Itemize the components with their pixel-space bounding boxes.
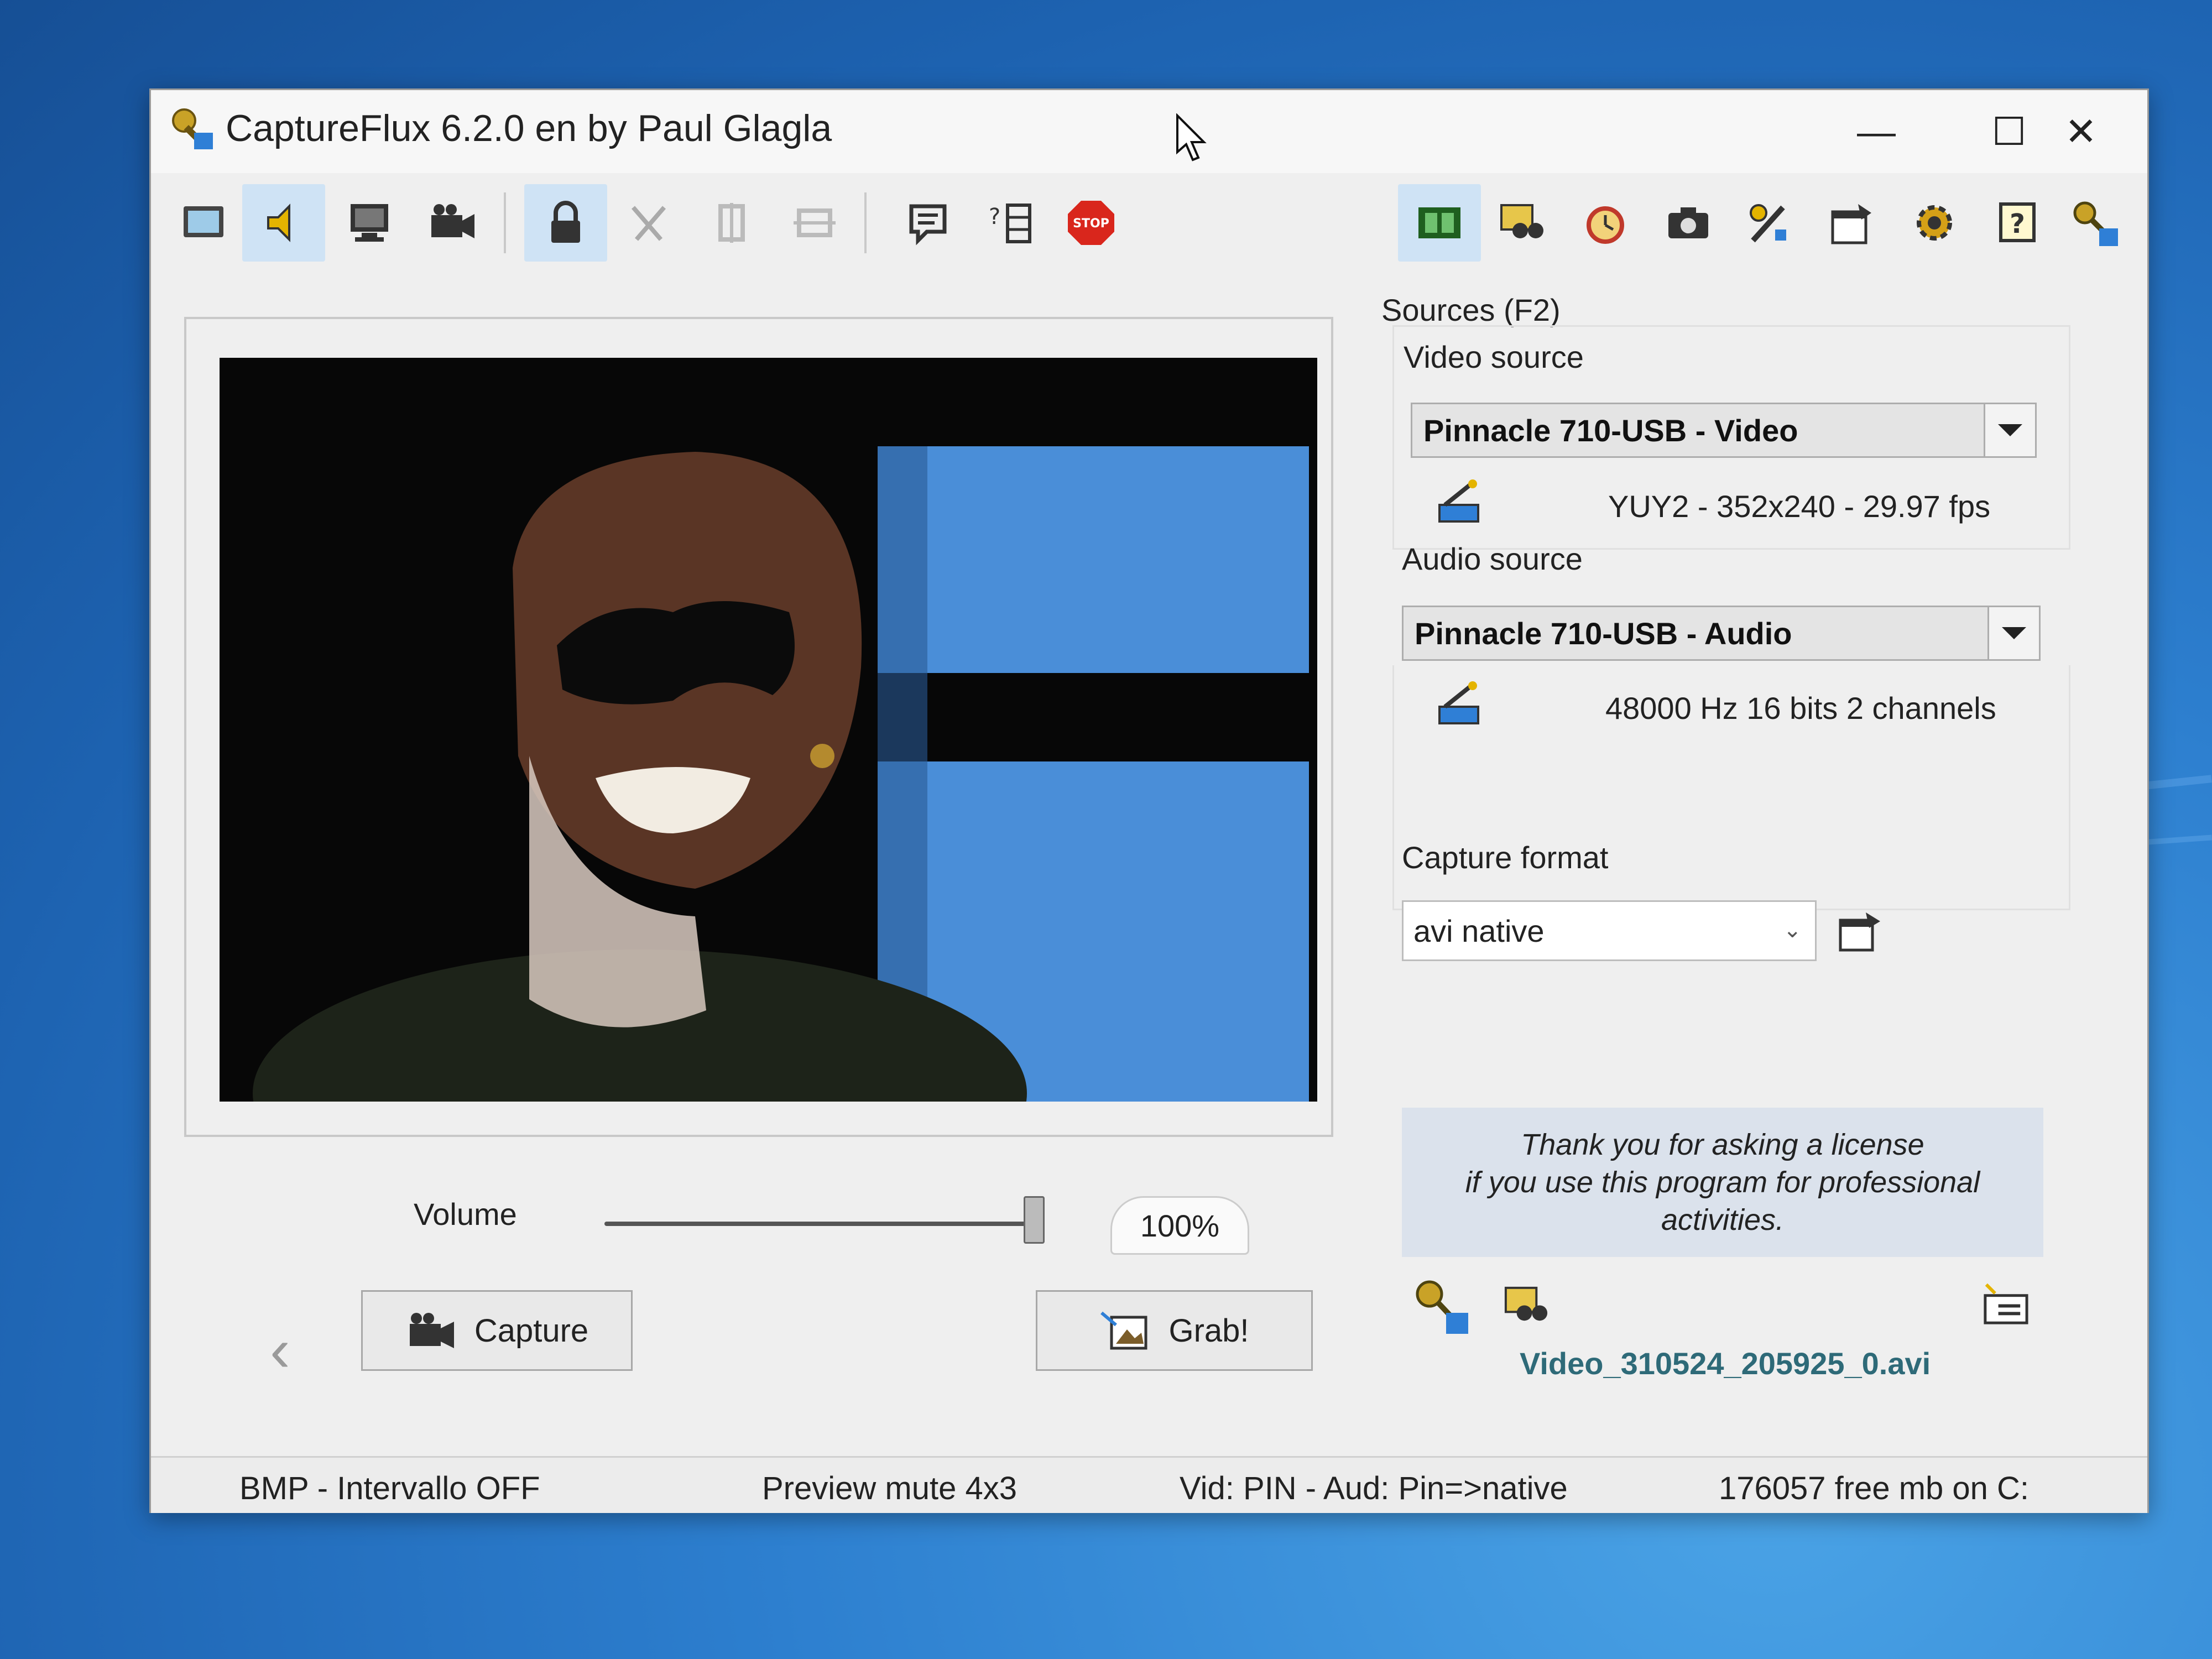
- stop-icon[interactable]: STOP: [1050, 184, 1133, 262]
- minimize-button[interactable]: —: [1810, 90, 1943, 173]
- close-button[interactable]: ✕: [2015, 90, 2147, 173]
- volume-label: Volume: [414, 1197, 517, 1232]
- capture-format-select[interactable]: avi native ⌄: [1402, 900, 1817, 961]
- audio-source-label: Audio source: [1402, 541, 1583, 576]
- key-icon[interactable]: [1411, 1276, 1472, 1337]
- svg-text:?: ?: [2010, 208, 2025, 239]
- key-icon[interactable]: [2053, 184, 2136, 262]
- audio-source-select[interactable]: Pinnacle 710-USB - Audio: [1402, 606, 2041, 661]
- stop-label: STOP: [1073, 217, 1109, 231]
- grab-button[interactable]: Grab!: [1036, 1290, 1313, 1371]
- grab-button-label: Grab!: [1168, 1312, 1249, 1349]
- lock-icon[interactable]: [524, 184, 607, 262]
- video-settings-icon[interactable]: [1434, 477, 1484, 527]
- mouse-cursor-icon: [1176, 113, 1207, 161]
- binoculars-icon[interactable]: [1500, 1279, 1553, 1332]
- toolbar-separator: [864, 192, 867, 253]
- video-source-value: Pinnacle 710-USB - Video: [1423, 413, 1798, 448]
- app-window: CaptureFlux 6.2.0 en by Paul Glagla — ☐ …: [149, 88, 2149, 1513]
- binoculars-icon[interactable]: [1481, 184, 1564, 262]
- license-line-3: activities.: [1661, 1203, 1785, 1237]
- sources-title: Sources (F2): [1381, 293, 1561, 327]
- list-icon[interactable]: ?: [969, 184, 1052, 262]
- license-line-2: if you use this program for professional: [1465, 1166, 1980, 1199]
- audio-source-value: Pinnacle 710-USB - Audio: [1415, 615, 1792, 651]
- screen-icon[interactable]: [162, 184, 245, 262]
- toolbar-separator: [504, 192, 506, 253]
- camcorder-icon[interactable]: [411, 184, 494, 262]
- join-icon[interactable]: [773, 184, 856, 262]
- video-preview: [220, 358, 1317, 1102]
- tools-icon[interactable]: [1727, 184, 1810, 262]
- title-bar: CaptureFlux 6.2.0 en by Paul Glagla — ☐ …: [151, 90, 2147, 173]
- license-notice: Thank you for asking a license if you us…: [1402, 1108, 2043, 1257]
- capture-button-label: Capture: [474, 1312, 589, 1349]
- preview-frame: [184, 317, 1333, 1137]
- monitor-icon[interactable]: [328, 184, 411, 262]
- video-source-select[interactable]: Pinnacle 710-USB - Video: [1411, 403, 2037, 458]
- properties-icon[interactable]: [1810, 184, 1893, 262]
- status-bar: BMP - Intervallo OFF Preview mute 4x3 Vi…: [151, 1456, 2147, 1513]
- speaker-icon[interactable]: [242, 184, 325, 262]
- app-key-icon: [172, 108, 213, 149]
- settings-gear-icon[interactable]: [1893, 184, 1976, 262]
- status-sources: Vid: PIN - Aud: Pin=>native: [1180, 1470, 1568, 1506]
- video-format-info: YUY2 - 352x240 - 29.97 fps: [1608, 489, 1991, 524]
- split-icon[interactable]: [690, 184, 773, 262]
- status-preview-mode: Preview mute 4x3: [762, 1470, 1017, 1506]
- capture-button[interactable]: Capture: [361, 1290, 633, 1371]
- toolbar: ? STOP ?: [151, 179, 2147, 267]
- alarm-clock-icon[interactable]: [1564, 184, 1647, 262]
- status-image-mode: BMP - Intervallo OFF: [239, 1470, 540, 1506]
- camera-icon[interactable]: [1647, 184, 1730, 262]
- open-folder-icon[interactable]: [1979, 1279, 2031, 1332]
- window-title: CaptureFlux 6.2.0 en by Paul Glagla: [226, 107, 832, 149]
- output-filename[interactable]: Video_310524_205925_0.avi: [1520, 1345, 1931, 1381]
- status-free-space: 176057 free mb on C:: [1719, 1470, 2030, 1506]
- volume-percent: 100%: [1110, 1196, 1249, 1255]
- audio-source-dropdown-arrow[interactable]: [1987, 607, 2039, 659]
- capture-format-value: avi native: [1413, 913, 1545, 948]
- video-source-dropdown-arrow[interactable]: [1984, 404, 2035, 456]
- audio-format-info: 48000 Hz 16 bits 2 channels: [1605, 691, 1996, 726]
- capture-format-label: Capture format: [1402, 840, 1609, 875]
- license-line-1: Thank you for asking a license: [1521, 1128, 1924, 1161]
- grab-image-icon: [1100, 1311, 1147, 1350]
- audio-settings-icon[interactable]: [1434, 679, 1484, 729]
- video-frame-image: [220, 358, 1317, 1102]
- help-icon[interactable]: ?: [1976, 184, 2059, 262]
- camcorder-icon: [409, 1313, 454, 1348]
- svg-text:?: ?: [989, 204, 1000, 229]
- volume-slider-thumb[interactable]: [1024, 1196, 1045, 1244]
- cut-icon[interactable]: [607, 184, 690, 262]
- video-source-label: Video source: [1404, 340, 1584, 374]
- volume-slider-track[interactable]: [604, 1222, 1041, 1226]
- previous-arrow[interactable]: ‹: [270, 1315, 290, 1385]
- format-properties-icon[interactable]: [1835, 906, 1885, 956]
- film-icon[interactable]: [1398, 184, 1481, 262]
- chevron-down-icon: ⌄: [1783, 918, 1802, 942]
- note-icon[interactable]: [886, 184, 969, 262]
